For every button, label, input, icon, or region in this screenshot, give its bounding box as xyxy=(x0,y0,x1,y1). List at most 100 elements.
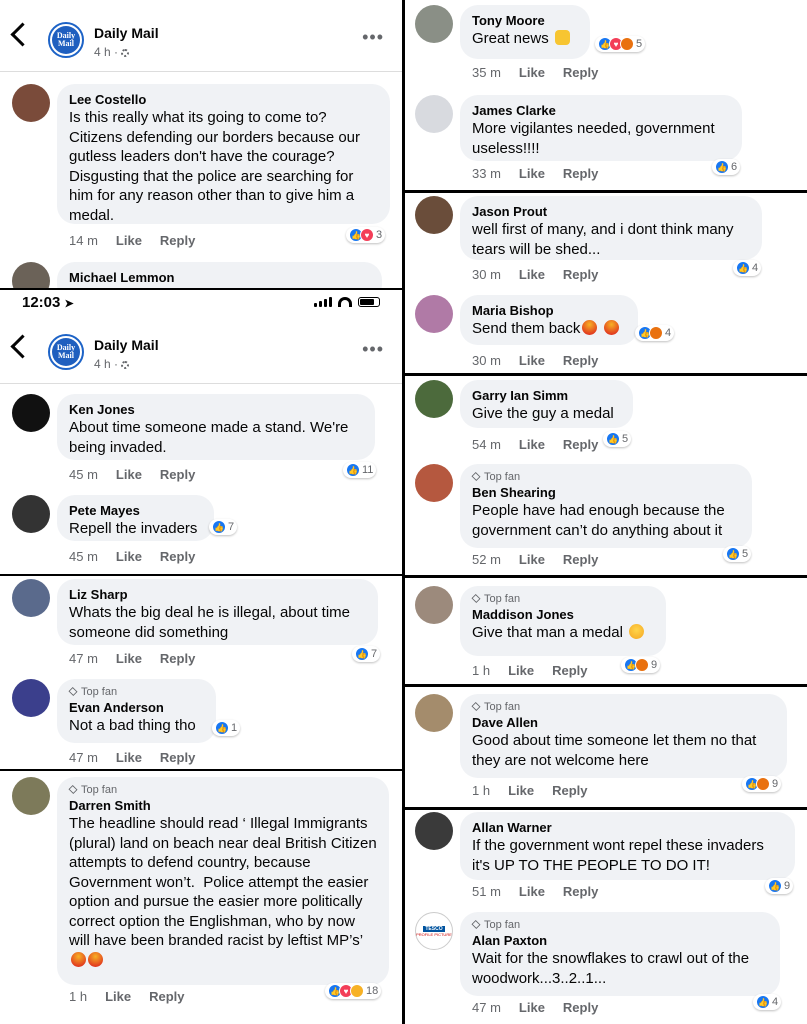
commenter-name[interactable]: Alan Paxton xyxy=(472,932,768,949)
commenter-name[interactable]: Ken Jones xyxy=(69,401,363,418)
angry-icon xyxy=(620,37,634,51)
reply-button[interactable]: Reply xyxy=(160,651,195,666)
reply-button[interactable]: Reply xyxy=(552,783,587,798)
avatar[interactable] xyxy=(12,777,50,815)
page-logo[interactable]: Daily Mail xyxy=(48,334,84,370)
top-fan-badge: Top fan xyxy=(471,593,654,605)
reaction-count[interactable]: 👍 4 xyxy=(753,994,782,1010)
avatar[interactable] xyxy=(415,694,453,732)
reaction-count[interactable]: 👍 11 xyxy=(343,462,377,478)
avatar[interactable] xyxy=(12,84,50,122)
chevron-left-icon[interactable] xyxy=(10,22,35,47)
commenter-name[interactable]: Michael Lemmon xyxy=(69,269,370,286)
reaction-count[interactable]: 👍 1 xyxy=(212,720,241,736)
commenter-name[interactable]: Dave Allen xyxy=(472,714,775,731)
commenter-name[interactable]: Evan Anderson xyxy=(69,699,204,716)
reaction-count[interactable]: 👍 9 xyxy=(621,657,661,673)
comment-text: If the government wont repel these invad… xyxy=(472,837,769,874)
like-button[interactable]: Like xyxy=(116,549,142,564)
like-button[interactable]: Like xyxy=(116,467,142,482)
reply-button[interactable]: Reply xyxy=(563,884,598,899)
like-button[interactable]: Like xyxy=(519,1000,545,1015)
reaction-count[interactable]: 👍 ♥ 18 xyxy=(325,983,382,999)
avatar[interactable] xyxy=(12,262,50,288)
commenter-name[interactable]: Allan Warner xyxy=(472,819,783,836)
avatar[interactable] xyxy=(12,579,50,617)
reaction-count[interactable]: 👍 4 xyxy=(733,260,762,276)
reaction-count[interactable]: 👍 ♥ 5 xyxy=(595,36,646,52)
reply-button[interactable]: Reply xyxy=(552,663,587,678)
reply-button[interactable]: Reply xyxy=(563,166,598,181)
commenter-name[interactable]: Ben Shearing xyxy=(472,484,740,501)
comment-bubble: Top fan Darren Smith The headline should… xyxy=(57,777,389,985)
like-button[interactable]: Like xyxy=(519,166,545,181)
commenter-name[interactable]: Jason Prout xyxy=(472,203,750,220)
like-button[interactable]: Like xyxy=(519,437,545,452)
reply-button[interactable]: Reply xyxy=(563,65,598,80)
reaction-count[interactable]: 👍 7 xyxy=(352,646,381,662)
avatar[interactable] xyxy=(12,495,50,533)
like-button[interactable]: Like xyxy=(519,884,545,899)
reaction-count[interactable]: 👍 ♥ 3 xyxy=(346,227,386,243)
commenter-name[interactable]: Tony Moore xyxy=(472,12,578,29)
commenter-name[interactable]: Lee Costello xyxy=(69,91,378,108)
like-button[interactable]: Like xyxy=(508,663,534,678)
avatar[interactable] xyxy=(415,380,453,418)
reaction-count[interactable]: 👍 9 xyxy=(765,878,794,894)
commenter-name[interactable]: Liz Sharp xyxy=(69,586,366,603)
reaction-count[interactable]: 👍 6 xyxy=(712,159,741,175)
reply-button[interactable]: Reply xyxy=(160,549,195,564)
commenter-name[interactable]: James Clarke xyxy=(472,102,730,119)
reaction-count[interactable]: 👍 7 xyxy=(209,519,238,535)
avatar[interactable] xyxy=(415,196,453,234)
avatar[interactable] xyxy=(415,464,453,502)
commenter-name[interactable]: Maria Bishop xyxy=(472,302,626,319)
reply-button[interactable]: Reply xyxy=(160,750,195,765)
reply-button[interactable]: Reply xyxy=(563,552,598,567)
reply-button[interactable]: Reply xyxy=(160,467,195,482)
page-name[interactable]: Daily Mail xyxy=(94,25,159,41)
page-logo[interactable]: Daily Mail xyxy=(48,22,84,58)
like-button[interactable]: Like xyxy=(519,267,545,282)
reaction-count[interactable]: 👍 4 xyxy=(635,325,675,341)
avatar[interactable] xyxy=(415,295,453,333)
like-button[interactable]: Like xyxy=(116,651,142,666)
commenter-name[interactable]: Garry Ian Simm xyxy=(472,387,621,404)
like-icon: 👍 xyxy=(346,463,360,477)
page-name[interactable]: Daily Mail xyxy=(94,337,159,353)
like-button[interactable]: Like xyxy=(105,989,131,1004)
more-icon[interactable]: ••• xyxy=(362,28,384,46)
commenter-name[interactable]: Pete Mayes xyxy=(69,502,202,519)
commenter-name[interactable]: Maddison Jones xyxy=(472,606,654,623)
avatar[interactable] xyxy=(415,95,453,133)
more-icon[interactable]: ••• xyxy=(362,340,384,358)
avatar[interactable] xyxy=(415,586,453,624)
wifi-icon xyxy=(338,297,352,307)
like-button[interactable]: Like xyxy=(116,233,142,248)
like-button[interactable]: Like xyxy=(508,783,534,798)
comment-bubble: Liz Sharp Whats the big deal he is illeg… xyxy=(57,579,378,645)
avatar[interactable] xyxy=(415,812,453,850)
reaction-count[interactable]: 👍 5 xyxy=(723,546,752,562)
comment-bubble: Michael Lemmon xyxy=(57,262,382,288)
like-button[interactable]: Like xyxy=(519,353,545,368)
reply-button[interactable]: Reply xyxy=(160,233,195,248)
commenter-name[interactable]: Darren Smith xyxy=(69,797,377,814)
reply-button[interactable]: Reply xyxy=(563,437,598,452)
avatar[interactable] xyxy=(415,5,453,43)
reply-button[interactable]: Reply xyxy=(563,267,598,282)
post-header: Daily Mail Daily Mail 4 h · ••• xyxy=(0,322,402,382)
like-button[interactable]: Like xyxy=(519,552,545,567)
reply-button[interactable]: Reply xyxy=(149,989,184,1004)
avatar[interactable] xyxy=(12,679,50,717)
like-button[interactable]: Like xyxy=(116,750,142,765)
comment-actions: 45 m Like Reply xyxy=(69,549,196,564)
chevron-left-icon[interactable] xyxy=(10,334,35,359)
reaction-count[interactable]: 👍 5 xyxy=(603,431,632,447)
reaction-count[interactable]: 👍 9 xyxy=(742,776,782,792)
reply-button[interactable]: Reply xyxy=(563,1000,598,1015)
like-button[interactable]: Like xyxy=(519,65,545,80)
avatar[interactable] xyxy=(12,394,50,432)
avatar[interactable]: TESCO PROFILE PICTURE xyxy=(415,912,453,950)
reply-button[interactable]: Reply xyxy=(563,353,598,368)
